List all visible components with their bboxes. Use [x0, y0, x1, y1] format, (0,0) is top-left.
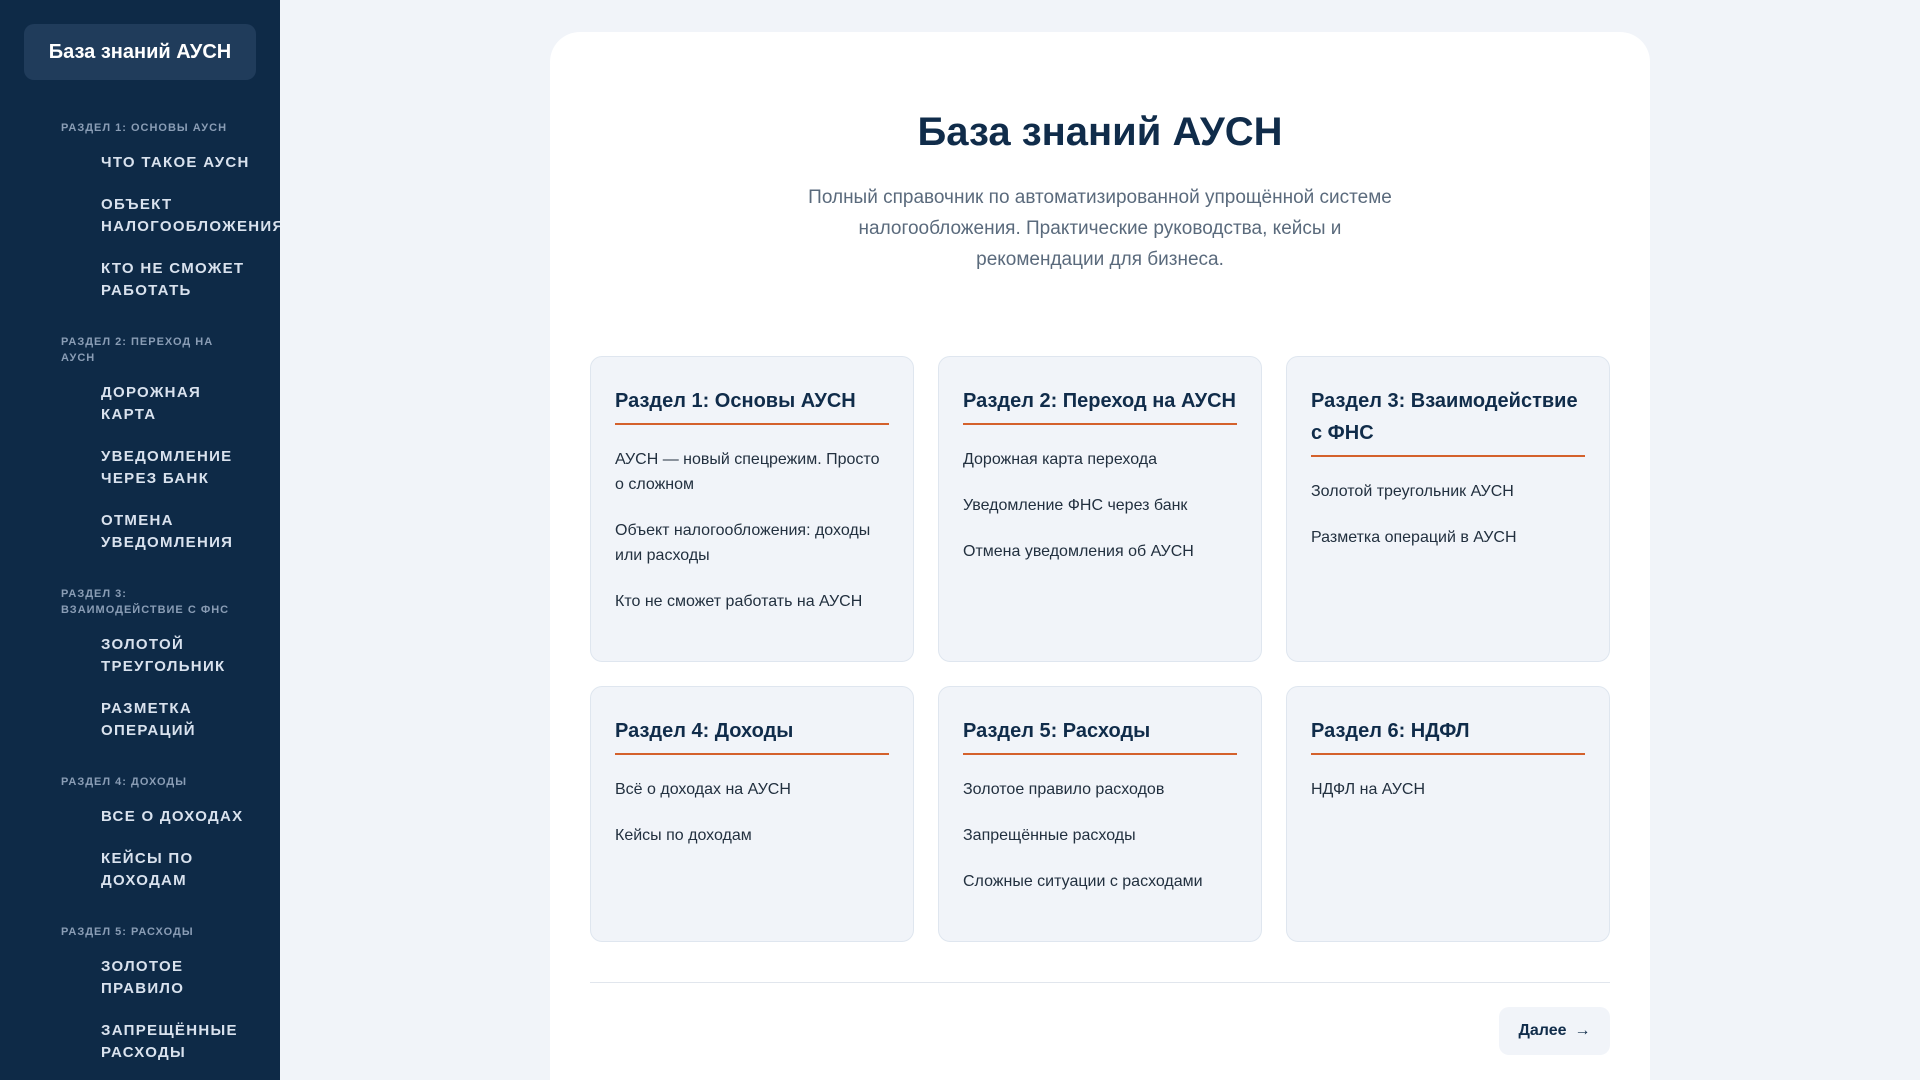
sidebar-section-heading: Раздел 5: Расходы [61, 926, 194, 938]
section-card-title: Раздел 5: Расходы [963, 715, 1237, 755]
sidebar-item[interactable]: Все о доходах [0, 806, 280, 828]
section-card-title: Раздел 4: Доходы [615, 715, 889, 755]
section-card-link[interactable]: Разметка операций в АУСН [1311, 525, 1585, 550]
page-subtitle: Полный справочник по автоматизированной … [808, 187, 1392, 270]
page-title: База знаний АУСН [917, 110, 1283, 154]
section-card-link[interactable]: Отмена уведомления об АУСН [963, 539, 1237, 564]
arrow-right-icon: → [1574, 1022, 1591, 1039]
section-card-title: Раздел 1: Основы АУСН [615, 385, 889, 425]
section-card-link[interactable]: Запрещённые расходы [963, 823, 1237, 848]
sidebar-item[interactable]: Отмена уведомления [0, 510, 280, 554]
section-card-link[interactable]: Золотой треугольник АУСН [1311, 479, 1585, 504]
sidebar-section-heading: Раздел 2: Переход на АУСН [61, 336, 214, 364]
sidebar-item[interactable]: Кейсы по доходам [0, 848, 280, 892]
section-card-title: Раздел 2: Переход на АУСН [963, 385, 1237, 425]
sidebar-item[interactable]: Разметка операций [0, 698, 280, 742]
sidebar-item[interactable]: Что такое АУСН [0, 152, 280, 174]
sidebar-item[interactable]: Кто не сможет работать [0, 258, 280, 302]
section-card-title: Раздел 3: Взаимодействие с ФНС [1311, 385, 1585, 457]
section-card[interactable]: Раздел 6: НДФЛ НДФЛ на АУСН [1286, 686, 1610, 942]
sidebar-item[interactable]: Запрещённые расходы [0, 1020, 280, 1064]
main-content: База знаний АУСН Полный справочник по ав… [550, 32, 1650, 1080]
divider [590, 982, 1610, 983]
sidebar: База знаний АУСН Раздел 1: Основы АУСН Чт… [0, 0, 280, 1080]
sidebar-brand[interactable]: База знаний АУСН [24, 24, 256, 80]
sidebar-item[interactable]: Золотое правило [0, 956, 280, 1000]
sidebar-section-heading: Раздел 1: Основы АУСН [61, 122, 228, 134]
section-card[interactable]: Раздел 1: Основы АУСН АУСН — новый спецре… [590, 356, 914, 662]
sidebar-section-heading: Раздел 4: Доходы [61, 776, 188, 788]
sidebar-nav: Раздел 1: Основы АУСН Что такое АУСН Объек… [0, 108, 280, 1080]
sidebar-item[interactable]: Объект налогообложения [0, 194, 280, 238]
section-card[interactable]: Раздел 5: Расходы Золотое правило расходо… [938, 686, 1262, 942]
section-card-link[interactable]: Объект налогообложения: доходы или расхо… [615, 518, 889, 568]
section-card-link[interactable]: Дорожная карта перехода [963, 447, 1237, 472]
section-card[interactable]: Раздел 3: Взаимодействие с ФНС Золотой тр… [1286, 356, 1610, 662]
sections-grid: Раздел 1: Основы АУСН АУСН — новый спецре… [590, 356, 1610, 942]
section-card-link[interactable]: АУСН — новый спецрежим. Просто о сложном [615, 447, 889, 497]
sidebar-section-heading: Раздел 3: Взаимодействие с ФНС [61, 588, 230, 616]
sidebar-item[interactable]: Золотой треугольник [0, 634, 280, 678]
section-card[interactable]: Раздел 2: Переход на АУСН Дорожная карта … [938, 356, 1262, 662]
section-card-link[interactable]: Всё о доходах на АУСН [615, 777, 889, 802]
section-card-link[interactable]: Золотое правило расходов [963, 777, 1237, 802]
section-card-link[interactable]: Кто не сможет работать на АУСН [615, 589, 889, 614]
sidebar-item[interactable]: Дорожная карта [0, 382, 280, 426]
section-card-link[interactable]: Уведомление ФНС через банк [963, 493, 1237, 518]
sidebar-item[interactable]: Уведомление через банк [0, 446, 280, 490]
section-card-link[interactable]: Сложные ситуации с расходами [963, 869, 1237, 894]
section-card-link[interactable]: Кейсы по доходам [615, 823, 889, 848]
section-card[interactable]: Раздел 4: Доходы Всё о доходах на АУСН Кей… [590, 686, 914, 942]
next-button[interactable]: Далее → [1499, 1007, 1610, 1055]
next-button-label: Далее [1518, 1022, 1567, 1039]
section-card-link[interactable]: НДФЛ на АУСН [1311, 777, 1585, 802]
section-card-title: Раздел 6: НДФЛ [1311, 715, 1585, 755]
